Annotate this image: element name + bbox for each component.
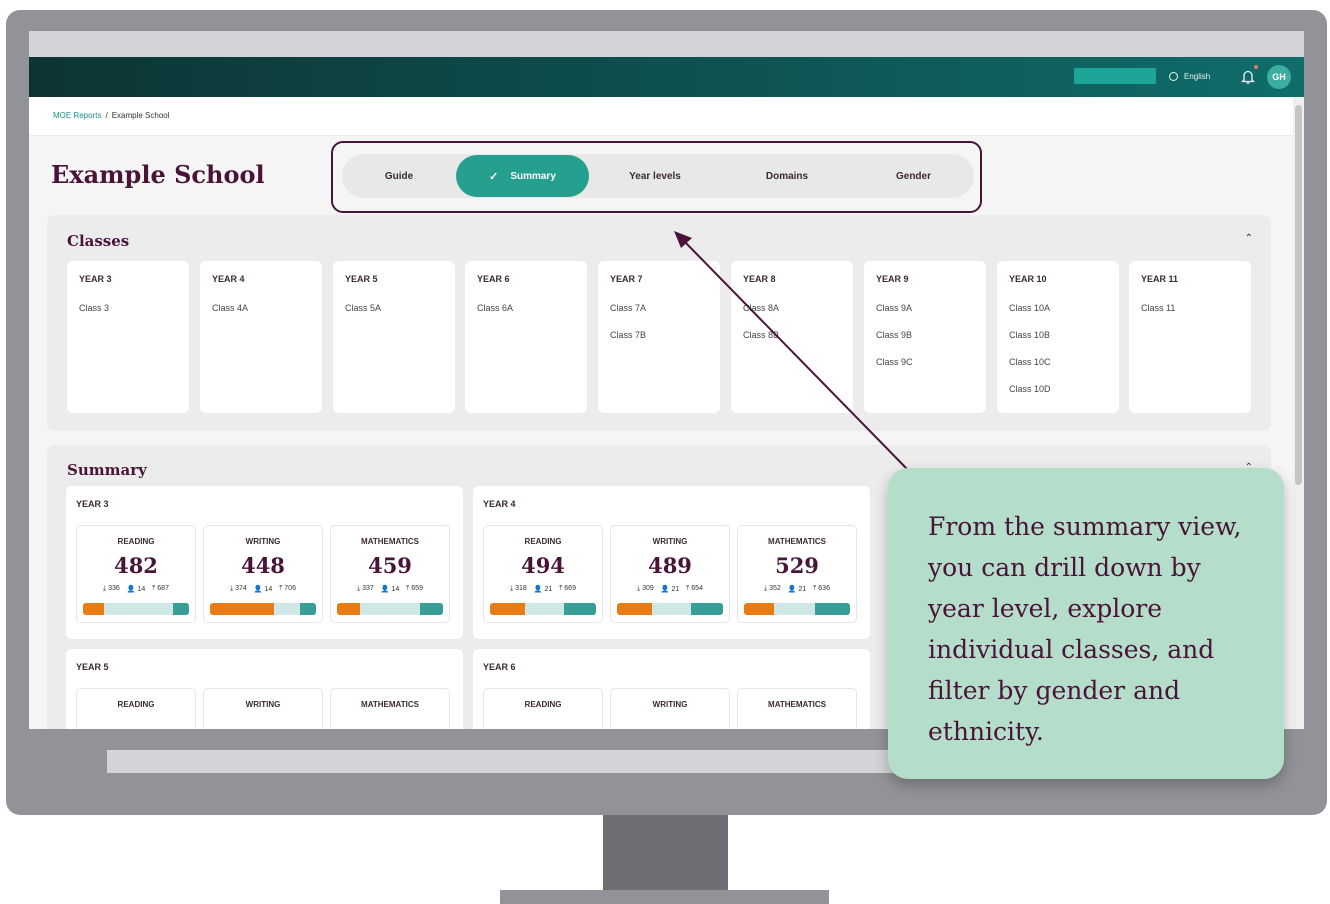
callout-box: From the summary view, you can drill dow… xyxy=(888,468,1284,779)
callout-text: From the summary view, you can drill dow… xyxy=(928,512,1242,746)
